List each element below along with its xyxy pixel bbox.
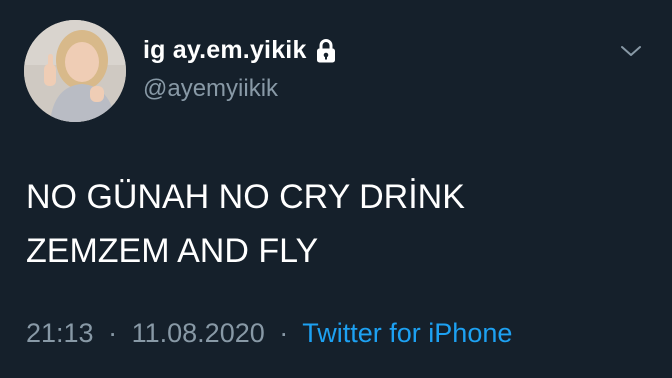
tweet-text: NO GÜNAH NO CRY DRİNK ZEMZEM AND FLY — [26, 170, 646, 278]
tweet-time[interactable]: 21:13 — [26, 318, 94, 348]
user-handle[interactable]: @ayemyiikik — [143, 75, 278, 103]
tweet-date[interactable]: 11.08.2020 — [132, 318, 265, 348]
lock-icon — [315, 38, 337, 64]
meta-separator: · — [279, 318, 289, 348]
chevron-down-icon[interactable] — [618, 40, 644, 62]
source-link[interactable]: Twitter for iPhone — [302, 318, 512, 348]
display-name-row: ig ay.em.yikik — [143, 36, 337, 65]
avatar[interactable] — [24, 20, 126, 122]
tweet-text-line-2: ZEMZEM AND FLY — [26, 232, 319, 270]
avatar-image — [24, 20, 126, 122]
meta-separator: · — [108, 318, 118, 348]
tweet-card: ig ay.em.yikik @ayemyiikik NO GÜNAH NO C… — [0, 0, 672, 378]
tweet-text-line-1: NO GÜNAH NO CRY DRİNK — [26, 178, 465, 216]
display-name[interactable]: ig ay.em.yikik — [143, 36, 307, 65]
tweet-meta: 21:13 · 11.08.2020 · Twitter for iPhone — [26, 318, 512, 349]
